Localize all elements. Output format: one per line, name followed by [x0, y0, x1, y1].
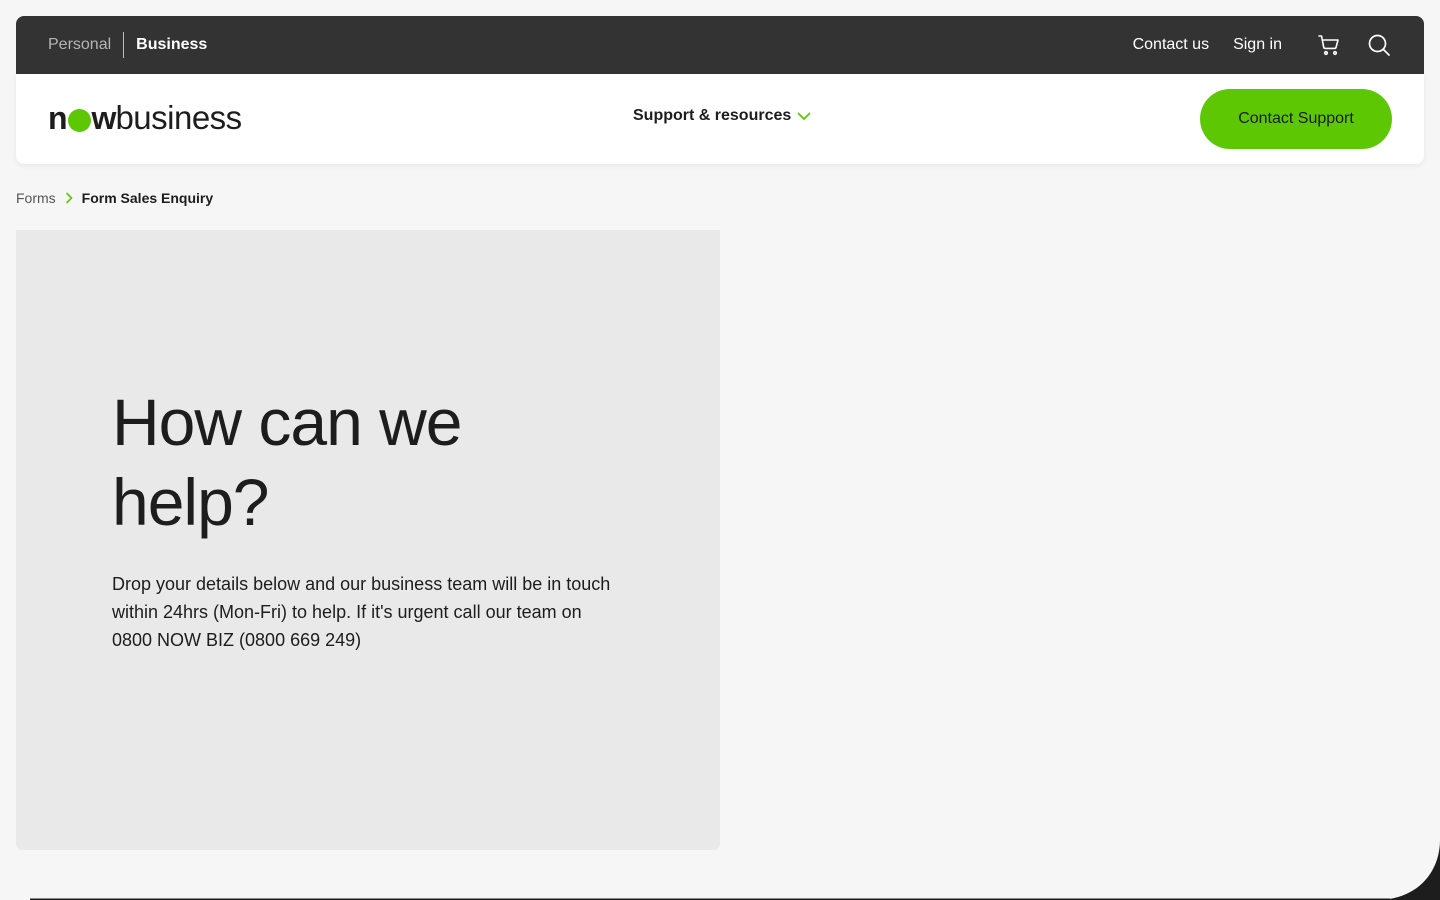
- segment-personal[interactable]: Personal: [48, 36, 123, 54]
- bottom-curve-decoration: [0, 840, 1440, 900]
- breadcrumb-forms[interactable]: Forms: [16, 190, 56, 206]
- logo-green-dot: [67, 109, 91, 132]
- utility-links: Contact us Sign in: [1133, 32, 1392, 58]
- hero-title: How can we help?: [112, 385, 463, 539]
- search-icon[interactable]: [1366, 32, 1392, 58]
- hero-description: Drop your details below and our business…: [112, 574, 611, 650]
- segment-switch: Personal Business: [48, 32, 207, 58]
- hero-panel: How can we help? Drop your details below…: [16, 230, 720, 850]
- nav-support-label: Support & resources: [633, 107, 792, 124]
- chevron-right-icon: [64, 192, 74, 204]
- utility-bar: Personal Business Contact us Sign in: [16, 16, 1424, 74]
- breadcrumb: Forms Form Sales Enquiry: [16, 190, 213, 206]
- sign-in-link[interactable]: Sign in: [1233, 36, 1282, 54]
- nowbusiness-logo[interactable]: nw business: [48, 100, 242, 134]
- breadcrumb-current: Form Sales Enquiry: [81, 190, 214, 206]
- page: Personal Business Contact us Sign in n w…: [0, 0, 1440, 900]
- cart-icon[interactable]: [1316, 32, 1342, 58]
- segment-business[interactable]: Business: [124, 36, 207, 54]
- contact-us-link[interactable]: Contact us: [1133, 36, 1209, 54]
- logo-now: nw: [48, 100, 116, 136]
- logo-business-text: business: [115, 99, 242, 136]
- chevron-down-icon: [797, 109, 811, 123]
- contact-support-button[interactable]: Contact Support: [1200, 89, 1392, 149]
- main-header: nw business Support & resources Contact …: [16, 74, 1424, 164]
- nav-support-resources[interactable]: Support & resources: [633, 107, 811, 125]
